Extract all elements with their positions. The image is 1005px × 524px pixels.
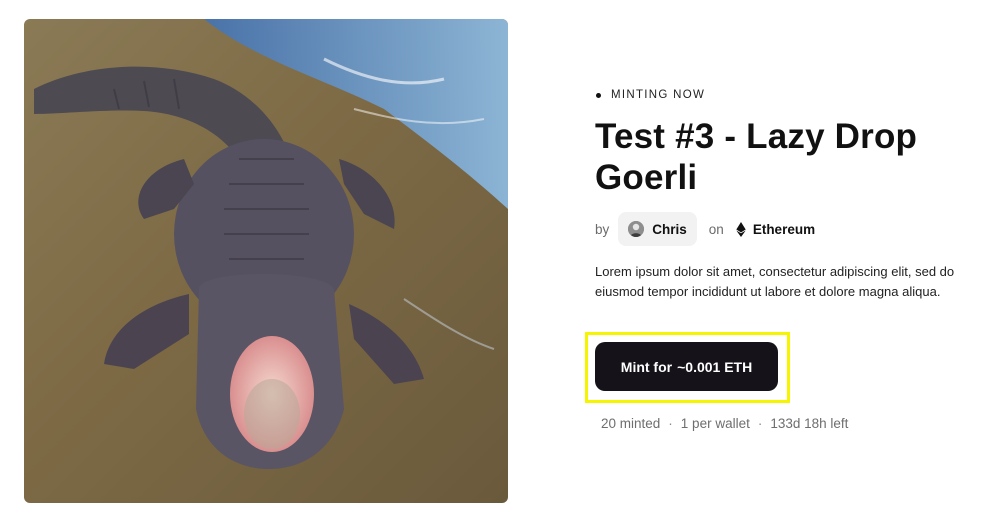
ethereum-icon bbox=[736, 221, 746, 237]
per-wallet-limit: 1 per wallet bbox=[680, 416, 750, 431]
minted-count: 20 minted bbox=[601, 416, 661, 431]
time-left: 133d 18h left bbox=[770, 416, 849, 431]
mint-stats: 20 minted · 1 per wallet · 133d 18h left bbox=[601, 416, 848, 431]
stat-separator: · bbox=[757, 416, 763, 431]
mint-page: MINTING NOW Test #3 - Lazy Drop Goerli b… bbox=[0, 0, 1005, 524]
drop-meta: by Chris on Ethereum bbox=[595, 212, 815, 246]
creator-name: Chris bbox=[652, 221, 687, 237]
by-label: by bbox=[595, 221, 610, 237]
mint-button[interactable]: Mint for ~0.001 ETH bbox=[595, 342, 778, 391]
mint-price: ~0.001 ETH bbox=[677, 358, 753, 375]
drop-title: Test #3 - Lazy Drop Goerli bbox=[595, 117, 918, 197]
artwork-image bbox=[24, 19, 508, 503]
creator-chip[interactable]: Chris bbox=[618, 212, 697, 246]
stat-separator: · bbox=[668, 416, 673, 431]
drop-description: Lorem ipsum dolor sit amet, consectetur … bbox=[595, 264, 955, 299]
minting-status: MINTING NOW bbox=[595, 89, 705, 101]
status-dot-icon bbox=[596, 92, 601, 98]
status-label: MINTING NOW bbox=[611, 89, 706, 101]
chain-link[interactable]: Ethereum bbox=[736, 221, 816, 237]
on-label: on bbox=[708, 221, 724, 237]
chain-name: Ethereum bbox=[752, 221, 816, 237]
avatar bbox=[628, 221, 645, 237]
mint-label: Mint for bbox=[620, 358, 673, 375]
